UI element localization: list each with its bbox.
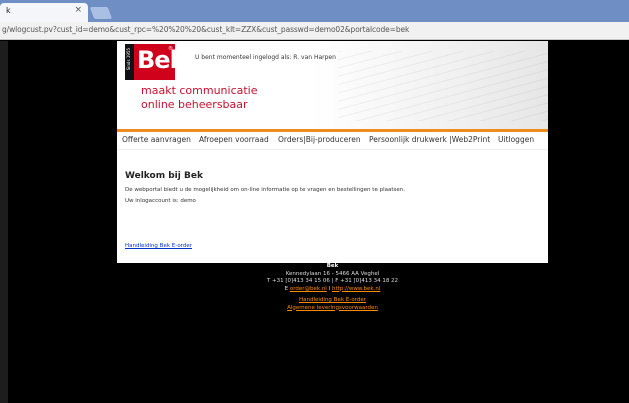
new-tab-button[interactable] [89, 7, 113, 19]
registered-icon: ® [168, 46, 173, 52]
nav-offerte-aanvragen[interactable]: Offerte aanvragen [122, 135, 191, 144]
nav-persoonlijk-drukwerk[interactable]: Persoonlijk drukwerk |Web2Print [369, 135, 490, 144]
logo-side-band: Sinds 1955 [125, 44, 134, 80]
manual-link[interactable]: Handleiding Bek E-order [125, 243, 192, 249]
footer-manual-link[interactable]: Handleiding Bek E-order [299, 297, 366, 303]
footer: Bek Kennedylaan 16 - 5466 AA Veghel T +3… [117, 263, 548, 312]
footer-contact: E order@bek.nl I http://www.bek.nl [117, 286, 548, 294]
nav-afroepen-voorraad[interactable]: Afroepen voorraad [199, 135, 269, 144]
address-bar[interactable]: g/wlogcust.pv?cust_id=demo&cust_rpc=%20%… [0, 22, 629, 40]
nav-orders-bij-produceren[interactable]: Orders|Bij-produceren [278, 135, 361, 144]
footer-phone: T +31 [0]413 34 15 06 | F +31 [0]413 34 … [266, 278, 399, 284]
tagline-line-2: online beheersbaar [141, 98, 248, 111]
left-edge-strip [0, 41, 8, 403]
header-decoration [338, 51, 548, 121]
portal-page: Sinds 1955 Bek ® U bent momenteel ingelo… [117, 41, 548, 263]
login-status: U bent momenteel ingelogd als: R. van Ha… [195, 54, 336, 61]
viewport: Sinds 1955 Bek ® U bent momenteel ingelo… [0, 41, 629, 403]
browser-tab[interactable]: k × [0, 3, 88, 22]
url-text[interactable]: g/wlogcust.pv?cust_id=demo&cust_rpc=%20%… [2, 25, 409, 34]
footer-terms-link[interactable]: Algemene leveringsvoorwaarden [287, 305, 378, 311]
main-nav: Offerte aanvragen Afroepen voorraad Orde… [117, 132, 548, 150]
bek-logo: Sinds 1955 Bek ® [125, 44, 186, 80]
main-content: Welkom bij Bek De webportal biedt u de m… [117, 151, 548, 263]
footer-web-link[interactable]: http://www.bek.nl [332, 286, 380, 292]
footer-company: Bek [326, 263, 339, 269]
account-info: Uw inlogaccount is: demo [125, 198, 196, 204]
logo-side-text: Sinds 1955 [126, 48, 131, 71]
tab-title: k [6, 6, 11, 15]
tagline-line-1: maakt communicatie [141, 84, 258, 97]
page-title: Welkom bij Bek [125, 171, 203, 181]
header: Sinds 1955 Bek ® U bent momenteel ingelo… [117, 41, 548, 129]
logo-text: Bek [137, 46, 186, 74]
nav-uitloggen[interactable]: Uitloggen [498, 135, 534, 144]
browser-tab-bar: k × [0, 0, 629, 22]
intro-text: De webportal biedt u de mogelijkheid om … [125, 187, 405, 193]
close-icon[interactable]: × [74, 5, 82, 15]
footer-email-link[interactable]: order@bek.nl [290, 286, 327, 292]
footer-address: Kennedylaan 16 - 5466 AA Veghel [285, 270, 380, 277]
